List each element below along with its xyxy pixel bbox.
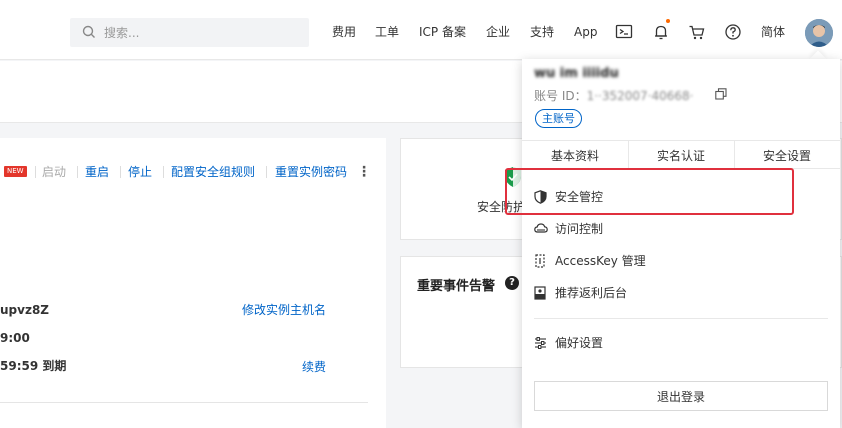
question-icon[interactable]: ?	[505, 276, 519, 290]
terminal-icon[interactable]	[615, 22, 633, 42]
host-name-value: upvz8Z	[0, 303, 49, 317]
rename-host-link[interactable]: 修改实例主机名	[242, 301, 326, 319]
configure-security-group-button[interactable]: 配置安全组规则	[171, 163, 255, 181]
tab-real-name-auth[interactable]: 实名认证	[628, 141, 734, 169]
alarm-card-title: 重要事件告警	[417, 279, 496, 294]
start-button[interactable]: 启动	[42, 163, 66, 181]
nav-app[interactable]: App	[574, 22, 597, 42]
top-navbar: 费用 工单 ICP 备案 企业 支持 App 简体	[0, 0, 842, 60]
menu-item-preferences[interactable]: 偏好设置	[534, 333, 734, 353]
copy-icon[interactable]	[715, 88, 727, 100]
account-id: 账号 ID：1··352007·40668·	[534, 87, 693, 104]
menu-item-label: 推荐返利后台	[555, 286, 628, 300]
highlight-box	[505, 168, 794, 215]
main-account-tag: 主账号	[535, 109, 582, 128]
help-icon[interactable]	[724, 22, 742, 42]
tab-security-settings[interactable]: 安全设置	[734, 141, 840, 169]
search-box[interactable]	[70, 18, 309, 47]
divider	[163, 166, 164, 178]
menu-item-referral[interactable]: 推荐返利后台	[534, 283, 734, 303]
search-input[interactable]	[104, 23, 294, 42]
notification-dot	[666, 19, 670, 23]
created-time-value: 9:00	[0, 331, 30, 345]
reset-password-button[interactable]: 重置实例密码	[275, 163, 347, 181]
menu-item-accesskey[interactable]: AccessKey 管理	[534, 251, 734, 271]
nav-enterprise[interactable]: 企业	[486, 22, 510, 42]
stop-button[interactable]: 停止	[128, 163, 152, 181]
nav-icp[interactable]: ICP 备案	[419, 22, 466, 42]
cloud-icon	[534, 223, 548, 233]
divider	[35, 166, 36, 178]
menu-item-label: 访问控制	[555, 222, 604, 236]
nav-billing[interactable]: 费用	[332, 22, 356, 42]
divider	[0, 402, 368, 403]
bell-icon[interactable]	[652, 22, 670, 42]
divider	[120, 166, 121, 178]
nav-support[interactable]: 支持	[530, 22, 554, 42]
nav-ticket[interactable]: 工单	[375, 22, 399, 42]
account-id-label: 账号 ID：	[534, 89, 587, 103]
logout-button[interactable]: 退出登录	[534, 381, 828, 411]
account-id-value: 1··352007·40668·	[586, 89, 694, 103]
expire-time-value: 59:59 到期	[0, 359, 67, 373]
new-badge: NEW	[4, 166, 27, 177]
menu-item-access-control[interactable]: 访问控制	[534, 219, 734, 239]
key-icon	[535, 254, 545, 268]
sliders-icon	[535, 337, 546, 349]
more-actions-button[interactable]: ⋮	[357, 163, 371, 181]
tab-basic-info[interactable]: 基本资料	[522, 141, 628, 169]
divider	[534, 318, 828, 319]
account-tabs: 基本资料 实名认证 安全设置	[522, 140, 840, 169]
renew-link[interactable]: 续费	[302, 358, 326, 376]
cart-icon[interactable]	[688, 22, 706, 42]
divider	[77, 166, 78, 178]
instance-panel	[0, 138, 386, 428]
menu-item-label: AccessKey 管理	[555, 254, 646, 268]
account-username: wu im iiiidu	[534, 66, 619, 81]
language-switch[interactable]: 简体	[761, 22, 785, 42]
avatar[interactable]	[805, 19, 833, 47]
menu-item-label: 偏好设置	[555, 336, 604, 350]
divider	[266, 166, 267, 178]
search-icon	[82, 25, 95, 38]
gift-icon	[534, 286, 546, 300]
restart-button[interactable]: 重启	[85, 163, 109, 181]
